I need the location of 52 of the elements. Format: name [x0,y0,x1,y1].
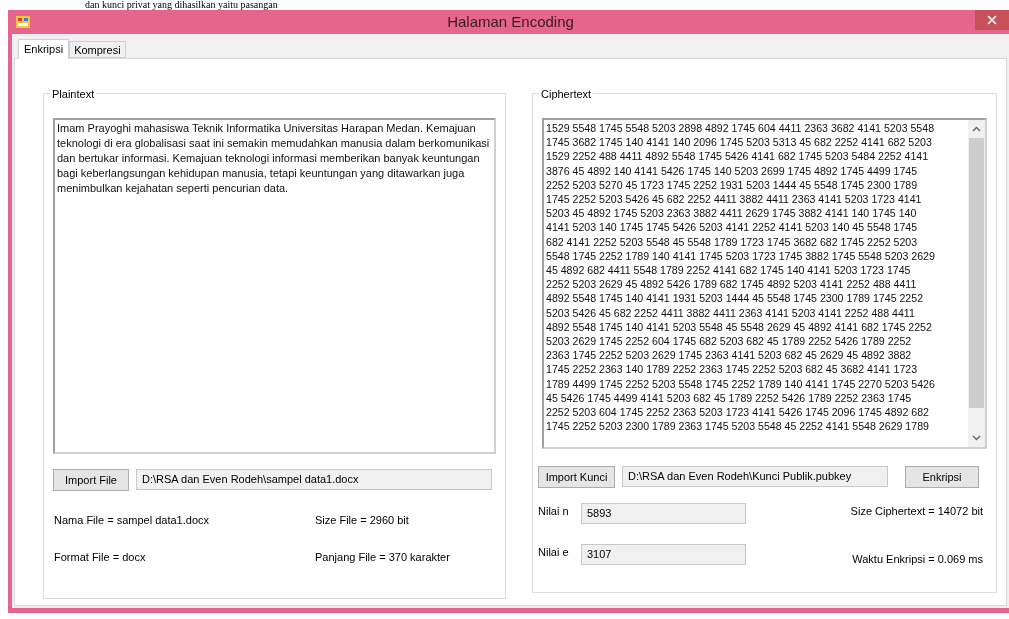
button[interactable]: Import Kunci [538,466,615,488]
document-text: dan kunci privat yang dihasilkan yaitu pasangan [85,0,278,10]
text-area[interactable] [542,118,987,449]
ciphertext-line: 1745 3682 1745 140 4141 140 2096 1745 5203 5313 45 682 2252 4141 682 5203 [546,135,933,150]
scrollbar[interactable] [968,120,985,447]
ciphertext-line: 682 4141 2252 5203 5548 45 5548 1789 1723 1745 3682 682 1745 2252 5203 [546,234,919,249]
result-label: Size Ciphertext = 14072 bit [850,504,983,520]
ciphertext-line: 1745 2252 2363 140 1789 2252 2363 1745 2252 5203 682 45 3682 4141 1723 [546,362,919,377]
field-label: Nilai n [538,504,570,520]
ciphertext-line: 1745 2252 5203 2300 1789 2363 1745 5203 5548 45 2252 4141 5548 2629 1789 [546,419,930,434]
app-icon [16,16,30,28]
info-label: Panjang File = 370 karakter [315,550,451,564]
group-label: Plaintext [50,87,97,101]
input-field[interactable]: D:\RSA dan Even Rodeh\sampel data1.docx [136,469,492,490]
info-label: Format File = docx [54,550,147,564]
ciphertext-line: 2252 5203 5270 45 1723 1745 2252 1931 5203 1444 45 5548 1745 2300 1789 [546,177,919,192]
result-label: Waktu Enkripsi = 0.069 ms [852,552,983,567]
ciphertext-line: 45 4892 682 4411 5548 1789 2252 4141 682 1745 140 4141 5203 1723 1745 [546,263,912,278]
window-title: Halaman Encoding [446,11,575,32]
ciphertext-line: 4892 5548 1745 140 4141 5203 5548 45 5548 2629 45 4892 4141 682 1745 2252 [546,319,933,335]
ciphertext-line: 4892 5548 1745 140 4141 1931 5203 1444 45 5548 1745 2300 1789 1745 2252 [546,291,925,306]
ciphertext-line: 2252 5203 604 1745 2252 2363 5203 1723 4141 5426 1745 2096 1745 4892 682 [546,405,930,420]
tab[interactable]: Kompresi [69,41,126,58]
ciphertext-line: 2252 5203 2629 45 4892 5426 1789 682 1745 4892 5203 4141 2252 488 4411 [546,277,918,292]
input-field[interactable]: 5893 [581,503,746,524]
input-field[interactable]: 3107 [581,543,746,565]
ciphertext-line: 4141 5203 140 1745 1745 5426 5203 4141 2252 4141 5203 140 45 5548 1745 [546,220,919,235]
scrollbar-thumb[interactable] [969,138,984,408]
text-area[interactable]: Imam Prayoghi mahasiswa Teknik Informatika Universitas Harapan Medan. Kemajuan teknologi di era globalisasi saat ini semakin memudahkan manusia dalam berkomunikasi dan bertukar informasi. Kemajuan teknologi informasi memberikan banyak keuntungan bagi keberlangsungan kehidupan manusia, tetapi keuntungan yang ditawarkan juga menimbulkan kejahatan seperti pencurian data. [53,118,496,454]
close-button[interactable] [975,10,1009,30]
button[interactable]: Enkripsi [905,466,979,488]
ciphertext-line: 45 5426 1745 4499 4141 5203 682 45 1789 2252 5426 1789 2252 2363 1745 [546,390,913,406]
ciphertext-line: 3876 45 4892 140 4141 5426 1745 140 5203 2699 1745 4892 1745 4499 1745 [546,163,919,178]
ciphertext-line: 5203 2629 1745 2252 604 1745 682 5203 682 45 1789 2252 5426 1789 2252 [546,334,913,349]
tab[interactable]: Enkripsi [18,39,70,59]
close-icon [987,15,997,25]
ciphertext-line: 5548 1745 2252 1789 140 4141 1745 5203 1723 1745 3882 1745 5548 5203 2629 [546,248,936,264]
info-label: Size File = 2960 bit [315,513,410,527]
ciphertext-line: 1745 2252 5203 5426 45 682 2252 4411 3882 4411 2363 4141 5203 1723 4141 [546,192,923,207]
input-field[interactable]: D:\RSA dan Even Rodeh\Kunci Publik.pubkey [622,466,888,487]
scroll-down-icon[interactable] [972,435,981,441]
button[interactable]: Import File [53,469,129,491]
group-label: Ciphertext [539,87,594,101]
info-label: Nama File = sampel data1.docx [54,513,210,527]
field-label: Nilai e [538,545,570,560]
ciphertext-line: 2363 1745 2252 5203 2629 1745 2363 4141 5203 682 45 2629 45 4892 3882 [546,348,913,363]
ciphertext-line: 5203 5426 45 682 2252 4411 3882 4411 2363 4141 5203 4141 2252 488 4411 [546,305,916,320]
ciphertext-line: 1529 2252 488 4411 4892 5548 1745 5426 4141 682 1745 5203 5484 2252 4141 [546,149,930,164]
ciphertext-line: 1529 5548 1745 5548 5203 2898 4892 1745 604 4411 2363 3682 4141 5203 5548 [546,121,936,136]
ciphertext-line: 1789 4499 1745 2252 5203 5548 1745 2252 1789 140 4141 1745 2270 5203 5426 [546,376,936,391]
ciphertext-line: 5203 45 4892 1745 5203 2363 3882 4411 2629 1745 3882 4141 140 1745 140 [546,206,918,221]
scroll-up-icon[interactable] [972,126,981,132]
